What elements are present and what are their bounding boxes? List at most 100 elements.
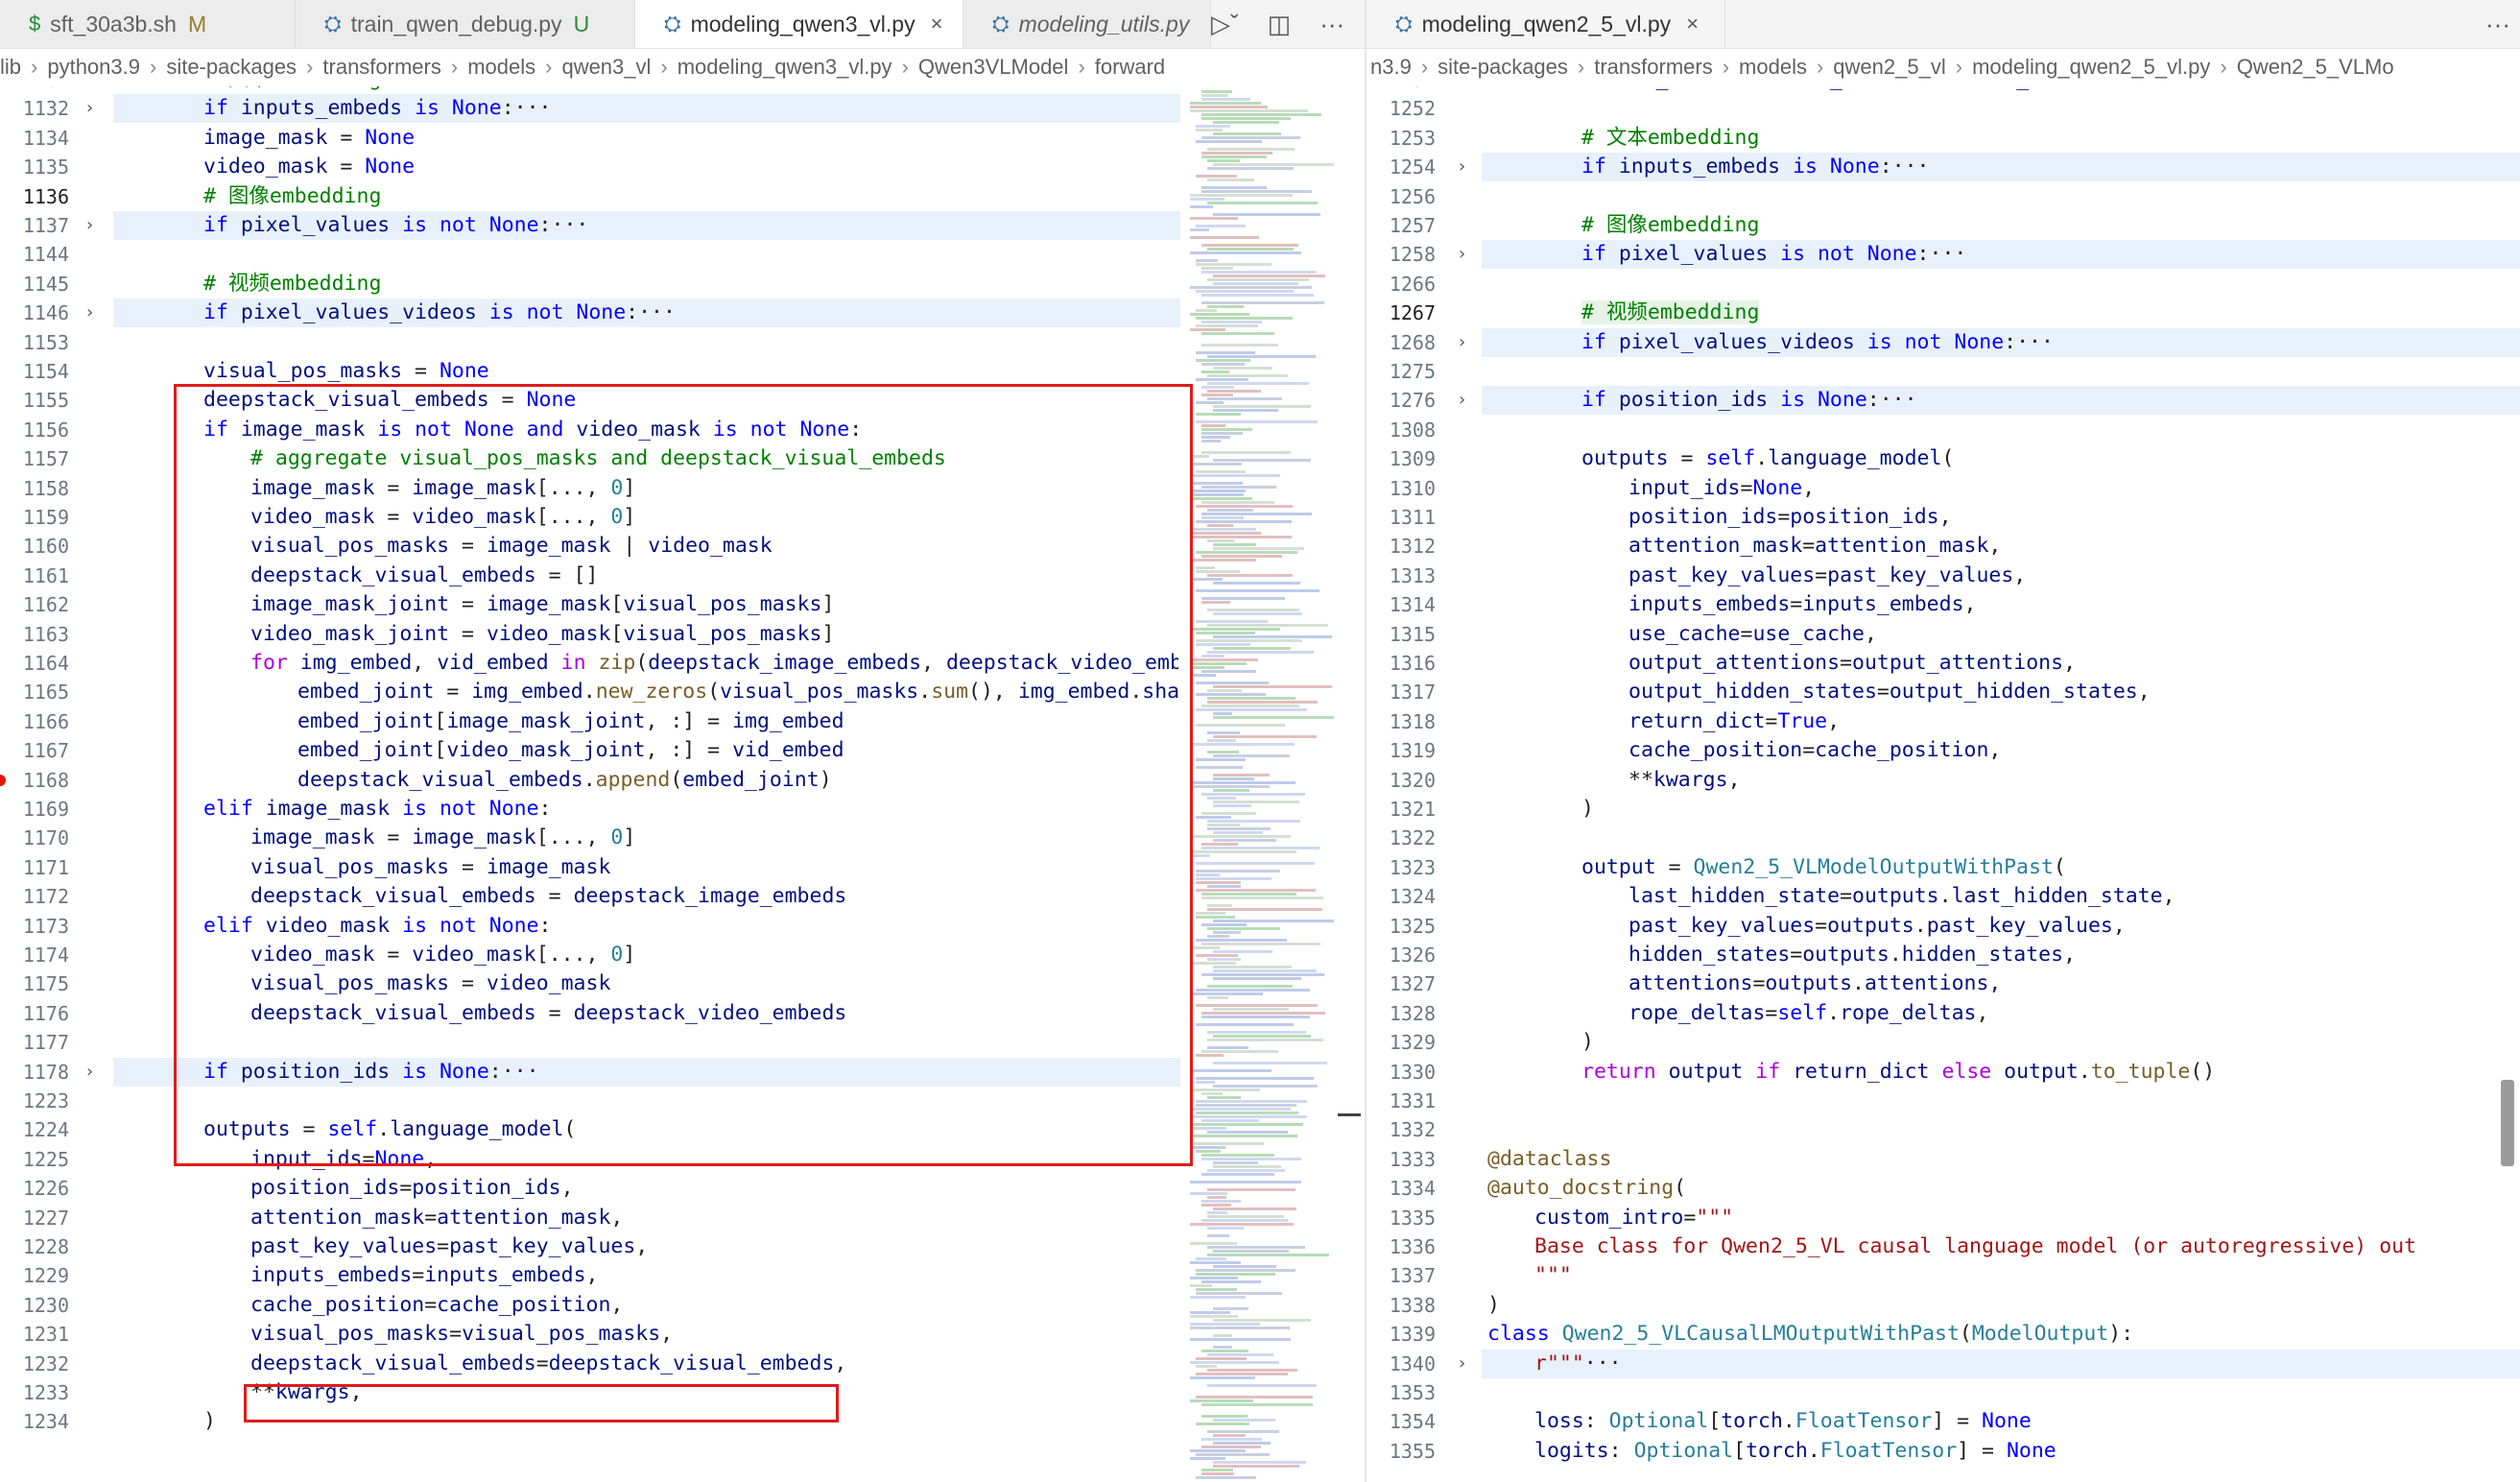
breadcrumb-item[interactable]: site-packages: [1438, 55, 1568, 80]
fold-chevron-icon[interactable]: ›: [84, 1058, 95, 1087]
code-line[interactable]: ): [1581, 795, 1594, 824]
tab-train-qwen-debug[interactable]: ⛭ train_qwen_debug.py U: [296, 0, 635, 48]
breadcrumb-item[interactable]: lib: [0, 55, 21, 80]
code-line[interactable]: # 视频embedding: [1581, 299, 1760, 327]
code-line[interactable]: if pixel_values_videos is not None:···: [1581, 328, 2054, 357]
code-line[interactable]: ): [1581, 1028, 1594, 1057]
code-line[interactable]: use_cache=use_cache,: [1628, 620, 1877, 649]
code-line[interactable]: if inputs_embeds is None:···: [1581, 153, 1930, 181]
fold-chevron-icon[interactable]: ›: [1457, 386, 1467, 415]
code-line[interactable]: attention_mask=attention_mask,: [250, 1204, 623, 1232]
code-line[interactable]: visual_pos_masks = None: [203, 357, 489, 386]
code-line[interactable]: r"""···: [1534, 1350, 1622, 1378]
code-line[interactable]: logits: Optional[torch.FloatTensor] = No…: [1534, 1437, 2056, 1466]
code-line[interactable]: cache_position=cache_position,: [250, 1291, 623, 1320]
code-line[interactable]: ): [1487, 1291, 1500, 1320]
code-line[interactable]: attentions=outputs.attentions,: [1628, 969, 2001, 998]
breadcrumb-item[interactable]: Qwen3VLModel: [918, 55, 1069, 80]
breadcrumb-item[interactable]: qwen2_5_vl: [1833, 55, 1945, 80]
code-line[interactable]: position_ids=position_ids,: [250, 1174, 574, 1203]
breadcrumb-item[interactable]: qwen3_vl: [561, 55, 651, 80]
code-line[interactable]: past_key_values=past_key_values,: [250, 1232, 648, 1261]
code-line[interactable]: class Qwen2_5_VLCausalLMOutputWithPast(M…: [1487, 1320, 2133, 1349]
code-line[interactable]: ): [203, 1407, 216, 1436]
breadcrumb-item[interactable]: n3.9: [1370, 55, 1412, 80]
code-line[interactable]: past_key_values=past_key_values,: [1628, 562, 2026, 590]
breadcrumb-item[interactable]: site-packages: [166, 55, 297, 80]
code-line[interactable]: last_hidden_state=outputs.last_hidden_st…: [1628, 882, 2175, 911]
code-line[interactable]: input_ids=None,: [1628, 474, 1815, 503]
fold-chevron-icon[interactable]: ›: [1457, 328, 1467, 357]
breadcrumb-item[interactable]: python3.9: [47, 55, 140, 80]
code-line[interactable]: rope_deltas=self.rope_deltas,: [1628, 999, 1988, 1028]
scroll-position-marker[interactable]: [1338, 1113, 1361, 1116]
scrollbar-thumb[interactable]: [2501, 1080, 2514, 1166]
code-line[interactable]: inputs_embeds=inputs_embeds,: [250, 1261, 598, 1290]
close-icon[interactable]: ×: [931, 12, 943, 36]
code-line[interactable]: attention_mask=attention_mask,: [1628, 532, 2001, 561]
code-line[interactable]: visual_pos_masks=visual_pos_masks,: [250, 1320, 673, 1349]
code-line[interactable]: video_mask = None: [203, 153, 415, 181]
breadcrumb-item[interactable]: modeling_qwen2_5_vl.py: [1972, 55, 2210, 80]
code-line[interactable]: @auto_docstring(: [1487, 1174, 1686, 1203]
close-icon[interactable]: ×: [1686, 12, 1699, 36]
fold-chevron-icon[interactable]: ›: [84, 94, 95, 123]
code-line[interactable]: output_attentions=output_attentions,: [1628, 649, 2076, 678]
code-line[interactable]: custom_intro=""": [1534, 1204, 1733, 1232]
code-line[interactable]: hidden_states=outputs.hidden_states,: [1628, 941, 2076, 969]
code-line[interactable]: # 文本embedding: [203, 86, 381, 94]
minimap[interactable]: [1190, 86, 1334, 1482]
code-line[interactable]: inputs_embeds=inputs_embeds,: [1628, 590, 1976, 619]
code-line[interactable]: if pixel_values_videos is not None:···: [203, 299, 676, 327]
code-line[interactable]: past_key_values=outputs.past_key_values,: [1628, 912, 2126, 941]
split-editor-icon[interactable]: ◫: [1268, 10, 1292, 39]
tab-modeling-utils[interactable]: ⛭ modeling_utils.py: [963, 0, 1211, 48]
tab-modeling-qwen3-vl[interactable]: ⛭ modeling_qwen3_vl.py ×: [635, 0, 963, 48]
code-line[interactable]: if pixel_values is not None:···: [1581, 240, 1966, 269]
breadcrumb-item[interactable]: modeling_qwen3_vl.py: [678, 55, 892, 80]
editor-left[interactable]: 1131 # 文本embedding 1132 › if inputs_embeds i…: [0, 86, 1365, 1482]
breadcrumb-item[interactable]: transformers: [1594, 55, 1712, 80]
code-line[interactable]: # 文本embedding: [1581, 124, 1759, 153]
editor-right[interactable]: 1251 return_dict = return_dict if return_…: [1367, 86, 2520, 1482]
code-line[interactable]: @dataclass: [1487, 1145, 1611, 1174]
fold-chevron-icon[interactable]: ›: [84, 299, 95, 327]
code-line[interactable]: Base class for Qwen2_5_VL causal languag…: [1534, 1232, 2416, 1261]
code-line[interactable]: deepstack_visual_embeds=deepstack_visual…: [250, 1350, 846, 1378]
breadcrumb-item[interactable]: models: [1739, 55, 1807, 80]
fold-chevron-icon[interactable]: ›: [1457, 1350, 1467, 1378]
breadcrumb-item[interactable]: transformers: [322, 55, 440, 80]
breadcrumb-item[interactable]: Qwen2_5_VLMo: [2237, 55, 2394, 80]
code-line[interactable]: output_hidden_states=output_hidden_state…: [1628, 678, 2151, 706]
line-number: 1169: [22, 798, 69, 821]
code-line[interactable]: return_dict=True,: [1628, 707, 1840, 736]
code-line[interactable]: """: [1534, 1261, 1572, 1290]
code-line[interactable]: return output if return_dict else output…: [1581, 1058, 2215, 1087]
fold-chevron-icon[interactable]: ›: [84, 211, 95, 240]
more-actions-icon[interactable]: ···: [2485, 10, 2510, 39]
tab-sft-30a3b-sh[interactable]: $ sft_30a3b.sh M: [0, 0, 296, 48]
fold-chevron-icon[interactable]: ›: [1457, 153, 1467, 181]
code-line[interactable]: output = Qwen2_5_VLModelOutputWithPast(: [1581, 853, 2066, 882]
run-icon[interactable]: ▷ˇ: [1211, 10, 1239, 39]
line-number: 1353: [1389, 1381, 1436, 1404]
more-actions-icon[interactable]: ···: [1319, 10, 1344, 39]
code-line[interactable]: if inputs_embeds is None:···: [203, 94, 552, 123]
code-line[interactable]: # 图像embedding: [1581, 211, 1759, 240]
breadcrumb-item[interactable]: models: [467, 55, 535, 80]
code-line[interactable]: position_ids=position_ids,: [1628, 503, 1952, 532]
code-line[interactable]: loss: Optional[torch.FloatTensor] = None: [1534, 1407, 2032, 1436]
breadcrumb-item[interactable]: forward: [1095, 55, 1165, 80]
code-line[interactable]: # 图像embedding: [203, 182, 381, 211]
tab-modeling-qwen2-5-vl[interactable]: ⛭ modeling_qwen2_5_vl.py ×: [1367, 0, 1725, 48]
code-line[interactable]: # 视频embedding: [203, 270, 381, 299]
code-line[interactable]: if pixel_values is not None:···: [203, 211, 588, 240]
line-number: 1316: [1389, 652, 1436, 675]
code-line[interactable]: image_mask = None: [203, 124, 415, 153]
code-line[interactable]: **kwargs,: [1628, 766, 1741, 795]
code-line[interactable]: return_dict = return_dict if return_dict…: [1581, 86, 2413, 94]
code-line[interactable]: if position_ids is None:···: [1581, 386, 1917, 415]
fold-chevron-icon[interactable]: ›: [1457, 240, 1467, 269]
code-line[interactable]: outputs = self.language_model(: [1581, 444, 1954, 473]
code-line[interactable]: cache_position=cache_position,: [1628, 736, 2001, 765]
